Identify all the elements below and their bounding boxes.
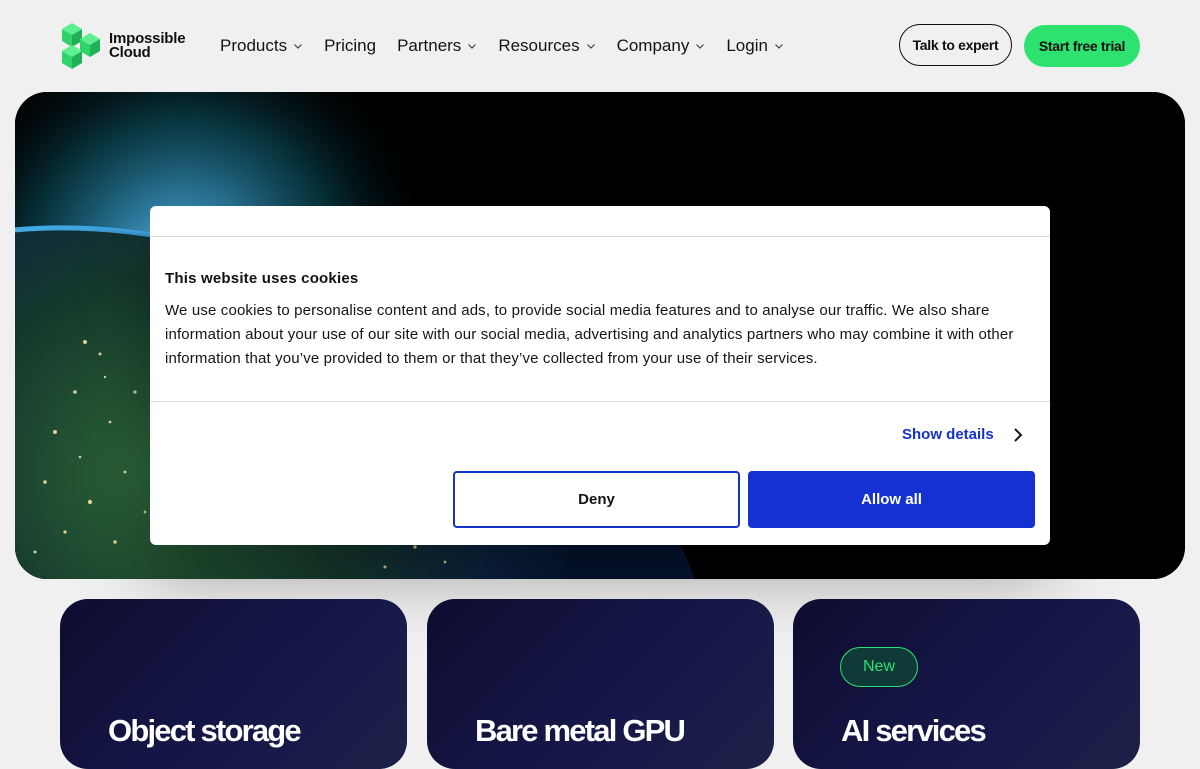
card-title: Object storage xyxy=(108,713,302,748)
nav-item-pricing[interactable]: Pricing xyxy=(324,36,376,56)
chevron-down-icon xyxy=(775,44,783,49)
card-title: Bare metal GPU xyxy=(475,713,686,748)
allow-all-button[interactable]: Allow all xyxy=(748,471,1035,528)
cookie-description: We use cookies to personalise content an… xyxy=(165,302,1014,367)
start-free-trial-button[interactable]: Start free trial xyxy=(1024,25,1140,67)
nav-label: Pricing xyxy=(324,36,377,55)
chevron-right-icon xyxy=(1013,427,1023,442)
nav-label: Company xyxy=(616,36,690,55)
brand-name-line2: Cloud xyxy=(109,44,151,61)
nav-item-resources[interactable]: Resources xyxy=(498,36,595,56)
deny-button[interactable]: Deny xyxy=(453,471,740,528)
talk-to-expert-button[interactable]: Talk to expert xyxy=(899,24,1012,66)
product-card-object-storage[interactable]: Object storage xyxy=(60,599,407,769)
nav-item-partners[interactable]: Partners xyxy=(397,36,477,56)
main-nav: Products Pricing Partners Resources Comp… xyxy=(220,36,805,56)
show-details-label: Show details xyxy=(902,426,994,443)
logo-cube-icon xyxy=(62,23,100,69)
divider xyxy=(150,401,1050,402)
cookie-consent-dialog: This website uses cookies We use cookies… xyxy=(150,206,1050,545)
nav-item-products[interactable]: Products xyxy=(220,36,303,56)
nav-label: Products xyxy=(220,36,288,55)
product-card-ai-services[interactable]: New AI services xyxy=(793,599,1140,769)
brand-logo[interactable]: Impossible Cloud xyxy=(60,23,186,69)
nav-label: Resources xyxy=(498,36,580,55)
show-details-link[interactable]: Show details xyxy=(902,426,1024,443)
site-header: Impossible Cloud Products Pricing Partne… xyxy=(0,0,1200,92)
new-badge: New xyxy=(840,647,918,687)
nav-item-company[interactable]: Company xyxy=(617,36,706,56)
cookie-title: This website uses cookies xyxy=(165,270,359,287)
nav-label: Partners xyxy=(397,36,462,55)
product-card-bare-metal-gpu[interactable]: Bare metal GPU xyxy=(427,599,774,769)
chevron-down-icon xyxy=(468,44,477,49)
divider xyxy=(150,236,1050,237)
chevron-down-icon xyxy=(696,44,705,49)
chevron-down-icon xyxy=(586,44,595,49)
nav-item-login[interactable]: Login xyxy=(726,36,784,56)
brand-name: Impossible Cloud xyxy=(109,31,186,61)
nav-label: Login xyxy=(726,36,768,55)
chevron-down-icon xyxy=(294,44,303,49)
card-title: AI services xyxy=(841,713,987,748)
